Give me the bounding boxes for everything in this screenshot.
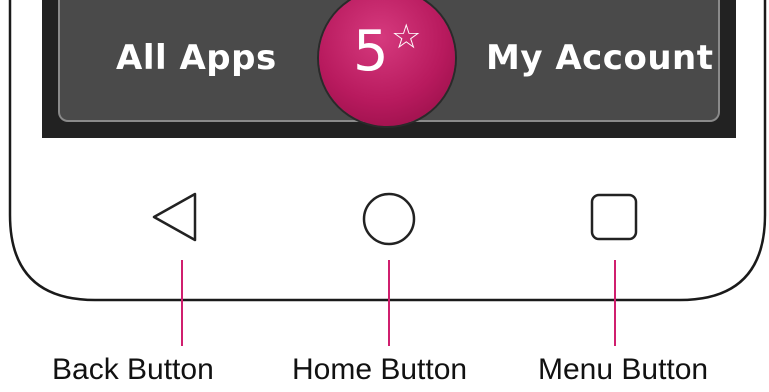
home-circle-icon[interactable] bbox=[360, 190, 418, 248]
menu-button-leader-line bbox=[614, 260, 616, 346]
my-account-button[interactable]: My Account bbox=[486, 38, 713, 78]
back-button-leader-line bbox=[181, 260, 183, 346]
back-triangle-icon[interactable] bbox=[150, 190, 200, 246]
all-apps-button[interactable]: All Apps bbox=[116, 38, 277, 78]
home-button-caption: Home Button bbox=[292, 353, 468, 386]
phone-device: All Apps My Account 5 ☆ Back Button Home… bbox=[0, 0, 769, 392]
home-button-leader-line bbox=[388, 260, 390, 346]
back-button-caption: Back Button bbox=[52, 353, 214, 386]
badge-number: 5 bbox=[353, 19, 389, 84]
menu-square-icon[interactable] bbox=[588, 191, 642, 245]
menu-button-caption: Menu Button bbox=[538, 353, 709, 386]
star-icon: ☆ bbox=[391, 18, 422, 56]
